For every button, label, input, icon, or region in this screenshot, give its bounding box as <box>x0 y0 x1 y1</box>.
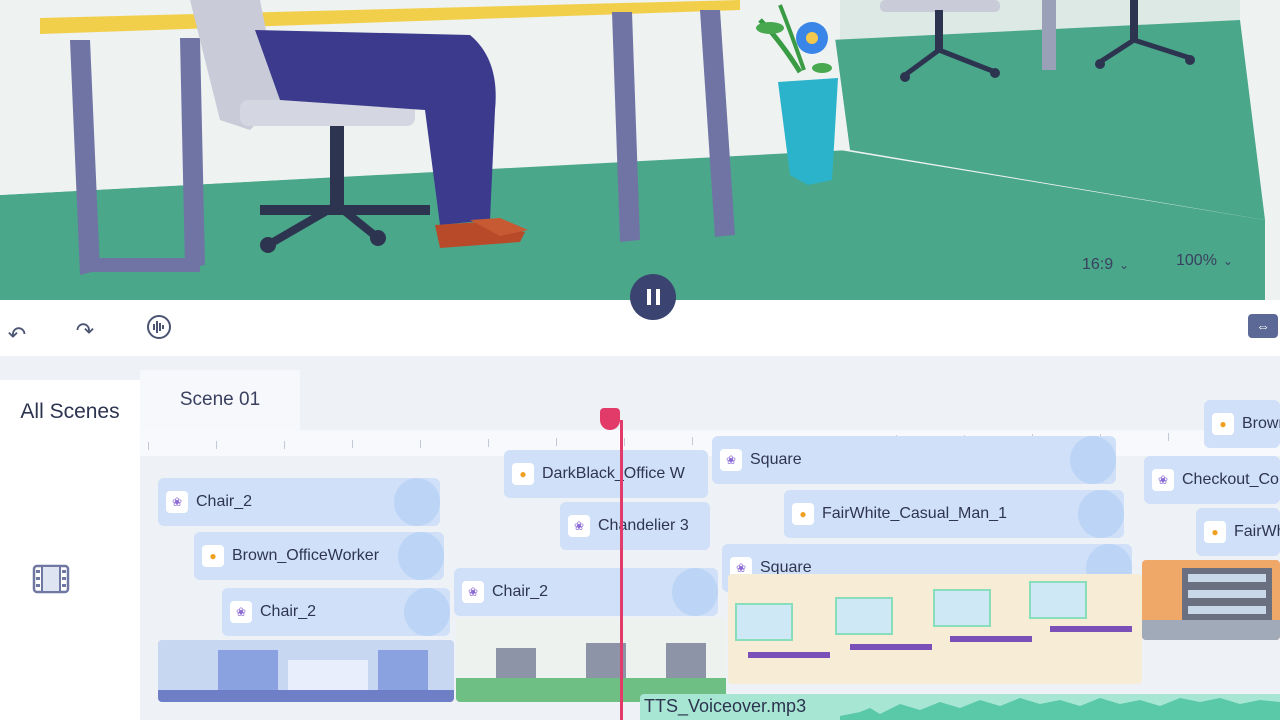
clip-label: Chair_2 <box>492 583 549 600</box>
ruler-tick <box>1168 433 1169 441</box>
clip-label: Chair_2 <box>260 603 317 620</box>
clip-brown[interactable]: ● Brown <box>1204 400 1280 448</box>
background-thumbnail[interactable] <box>728 574 1142 684</box>
clip-chair-2[interactable]: ❀ Chair_2 <box>158 478 440 526</box>
clip-handle[interactable] <box>394 478 440 526</box>
audio-waveform <box>840 698 1280 720</box>
all-scenes-label: All Scenes <box>20 400 120 423</box>
all-scenes-tab[interactable]: All Scenes <box>0 392 140 432</box>
prop-icon: ❀ <box>166 491 188 513</box>
background-thumbnail[interactable] <box>456 618 726 702</box>
redo-button[interactable]: ↷ <box>68 314 102 348</box>
scene-tab-label: Scene 01 <box>179 389 261 410</box>
clip-label: Checkout_Cour <box>1182 471 1280 488</box>
ruler-tick <box>284 441 285 449</box>
clip-label: FairWhite_Casual_Man_1 <box>822 505 1007 522</box>
fit-width-icon: ⇔ <box>1256 318 1270 334</box>
clip-chair-2[interactable]: ❀ Chair_2 <box>222 588 450 636</box>
prop-icon: ❀ <box>230 601 252 623</box>
ruler-tick <box>216 441 217 449</box>
ruler-tick <box>624 438 625 446</box>
ruler-tick <box>488 439 489 447</box>
ruler-tick <box>692 437 693 445</box>
background-thumbnail[interactable] <box>1142 560 1280 640</box>
clip-checkout-counter[interactable]: ❀ Checkout_Cour <box>1144 456 1280 504</box>
character-icon: ● <box>1204 521 1226 543</box>
video-track-icon <box>32 564 70 594</box>
character-icon: ● <box>512 463 534 485</box>
pause-button[interactable] <box>630 274 676 320</box>
clip-handle[interactable] <box>1070 436 1116 484</box>
clip-square[interactable]: ❀ Square <box>712 436 1116 484</box>
scene-preview <box>0 0 1280 300</box>
ruler-tick <box>556 438 557 446</box>
clip-handle[interactable] <box>672 568 718 616</box>
clip-fairwhite[interactable]: ● FairWhi <box>1196 508 1280 556</box>
zoom-value: 100% <box>1176 252 1217 269</box>
clip-handle[interactable] <box>398 532 444 580</box>
prop-icon: ❀ <box>462 581 484 603</box>
clip-fairwhite-casual-man[interactable]: ● FairWhite_Casual_Man_1 <box>784 490 1124 538</box>
prop-icon: ❀ <box>1152 469 1174 491</box>
chevron-down-icon: ⌄ <box>1119 258 1130 272</box>
ruler-tick <box>420 440 421 448</box>
clip-label: Square <box>750 451 802 468</box>
playhead-handle[interactable] <box>600 408 620 430</box>
aspect-ratio-value: 16:9 <box>1082 256 1114 273</box>
undo-icon: ↶ <box>7 322 27 347</box>
background-thumbnail[interactable] <box>158 640 454 702</box>
character-icon: ● <box>202 545 224 567</box>
clip-label: FairWhi <box>1234 523 1280 540</box>
clip-chandelier-3[interactable]: ❀ Chandelier 3 <box>560 502 710 550</box>
tab-scene-01[interactable]: Scene 01 <box>140 370 300 430</box>
audio-track[interactable]: TTS_Voiceover.mp3 <box>640 694 1280 720</box>
clip-chair-2[interactable]: ❀ Chair_2 <box>454 568 718 616</box>
ruler-tick <box>352 440 353 448</box>
character-icon: ● <box>1212 413 1234 435</box>
audio-track-label: TTS_Voiceover.mp3 <box>644 696 807 716</box>
voice-button[interactable] <box>142 310 176 344</box>
fit-width-button[interactable]: ⇔ <box>1248 314 1278 338</box>
clip-label: Brown_OfficeWorker <box>232 547 380 564</box>
clip-label: Brown <box>1242 415 1280 432</box>
clip-label: Chair_2 <box>196 493 253 510</box>
pause-icon <box>646 289 660 305</box>
character-icon: ● <box>792 503 814 525</box>
playhead-line[interactable] <box>620 420 623 720</box>
ruler-tick <box>148 442 149 450</box>
redo-icon: ↷ <box>75 318 95 343</box>
scene-illustration <box>0 0 1280 300</box>
audio-wave-icon <box>147 315 171 339</box>
chevron-down-icon: ⌄ <box>1222 254 1233 268</box>
clip-handle[interactable] <box>1078 490 1124 538</box>
clip-label: Chandelier 3 <box>598 517 689 534</box>
prop-icon: ❀ <box>568 515 590 537</box>
clip-darkblack-office[interactable]: ● DarkBlack_Office W <box>504 450 708 498</box>
clip-handle[interactable] <box>404 588 450 636</box>
undo-button[interactable]: ↶ <box>0 318 34 352</box>
aspect-ratio-dropdown[interactable]: 16:9 ⌄ <box>1082 256 1129 274</box>
clip-label: DarkBlack_Office W <box>542 465 685 482</box>
prop-icon: ❀ <box>720 449 742 471</box>
clip-brown-officeworker[interactable]: ● Brown_OfficeWorker <box>194 532 444 580</box>
zoom-dropdown[interactable]: 100% ⌄ <box>1176 252 1233 270</box>
